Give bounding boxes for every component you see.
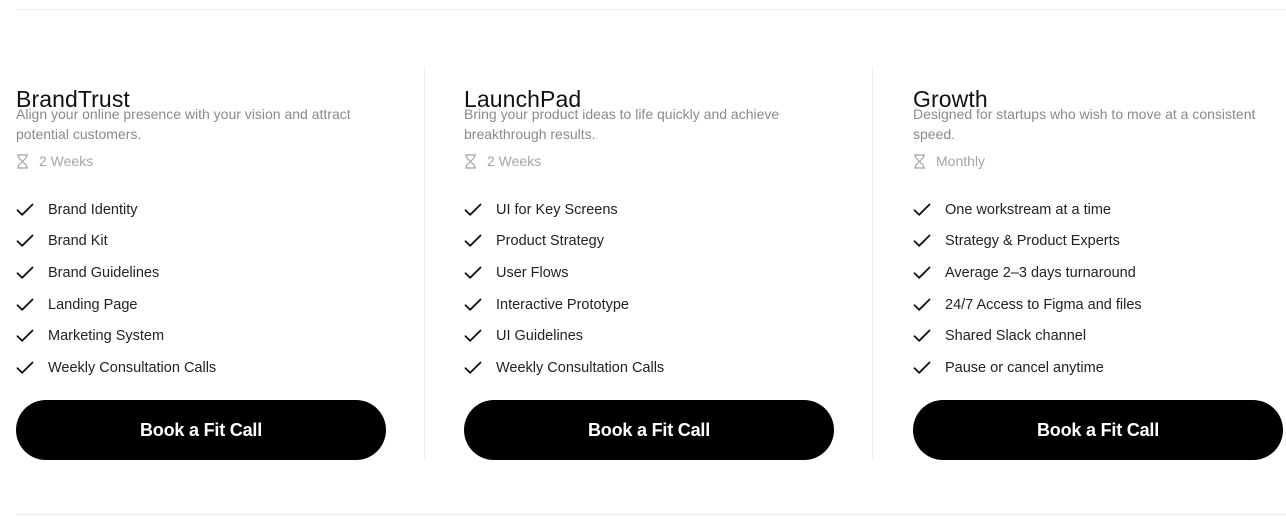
- plan-description: Bring your product ideas to life quickly…: [464, 106, 780, 142]
- feature-label: Brand Guidelines: [48, 264, 160, 281]
- feature-list: Brand Identity Brand Kit Brand Guideline…: [16, 194, 216, 384]
- checkmark-icon: [16, 329, 34, 343]
- feature-item: Interactive Prototype: [464, 289, 664, 321]
- feature-item: Pause or cancel anytime: [913, 352, 1142, 384]
- checkmark-icon: [913, 234, 931, 248]
- feature-label: Marketing System: [48, 328, 165, 345]
- feature-label: Strategy & Product Experts: [945, 233, 1120, 250]
- feature-label: Landing Page: [48, 296, 138, 313]
- feature-label: UI for Key Screens: [496, 201, 618, 218]
- feature-item: Marketing System: [16, 320, 216, 352]
- checkmark-icon: [464, 329, 482, 343]
- checkmark-icon: [16, 298, 34, 312]
- plan-card-brandtrust: BrandTrust Align your online presence wi…: [16, 66, 386, 460]
- feature-label: 24/7 Access to Figma and files: [945, 296, 1142, 313]
- feature-list: One workstream at a time Strategy & Prod…: [913, 194, 1142, 384]
- checkmark-icon: [464, 361, 482, 375]
- checkmark-icon: [913, 298, 931, 312]
- checkmark-icon: [16, 234, 34, 248]
- feature-item: Weekly Consultation Calls: [464, 352, 664, 384]
- plan-duration: Monthly: [913, 151, 985, 171]
- checkmark-icon: [464, 298, 482, 312]
- checkmark-icon: [913, 361, 931, 375]
- checkmark-icon: [464, 234, 482, 248]
- feature-label: User Flows: [496, 264, 569, 281]
- feature-item: Landing Page: [16, 289, 216, 321]
- feature-list: UI for Key Screens Product Strategy User…: [464, 194, 664, 384]
- plan-description: Align your online presence with your vis…: [16, 106, 351, 142]
- plan-duration-label: Monthly: [936, 153, 986, 169]
- book-fit-call-button[interactable]: Book a Fit Call: [913, 400, 1283, 460]
- feature-item: 24/7 Access to Figma and files: [913, 289, 1142, 321]
- checkmark-icon: [464, 266, 482, 280]
- feature-item: Product Strategy: [464, 226, 664, 258]
- book-fit-call-button[interactable]: Book a Fit Call: [16, 400, 386, 460]
- feature-item: Brand Guidelines: [16, 257, 216, 289]
- feature-item: UI Guidelines: [464, 320, 664, 352]
- feature-item: User Flows: [464, 257, 664, 289]
- feature-item: One workstream at a time: [913, 194, 1142, 226]
- plan-card-growth: Growth Designed for startups who wish to…: [913, 66, 1283, 460]
- plan-duration: 2 Weeks: [464, 151, 541, 171]
- feature-label: Pause or cancel anytime: [945, 359, 1104, 376]
- column-divider: [872, 66, 873, 460]
- feature-item: Average 2–3 days turnaround: [913, 257, 1142, 289]
- feature-item: Strategy & Product Experts: [913, 226, 1142, 258]
- feature-label: Product Strategy: [496, 233, 604, 250]
- hourglass-icon: [913, 153, 926, 169]
- feature-item: Shared Slack channel: [913, 320, 1142, 352]
- feature-label: One workstream at a time: [945, 201, 1111, 218]
- pricing-plans: BrandTrust Align your online presence wi…: [0, 66, 1286, 460]
- checkmark-icon: [16, 361, 34, 375]
- bottom-divider: [16, 514, 1286, 515]
- checkmark-icon: [913, 266, 931, 280]
- checkmark-icon: [16, 203, 34, 217]
- feature-item: UI for Key Screens: [464, 194, 664, 226]
- plan-duration-label: 2 Weeks: [39, 153, 94, 169]
- feature-label: Weekly Consultation Calls: [48, 359, 217, 376]
- hourglass-icon: [464, 153, 477, 169]
- top-divider: [16, 9, 1286, 10]
- feature-label: Shared Slack channel: [945, 328, 1087, 345]
- feature-item: Brand Kit: [16, 226, 216, 258]
- feature-label: Brand Kit: [48, 233, 108, 250]
- feature-label: Average 2–3 days turnaround: [945, 264, 1136, 281]
- checkmark-icon: [464, 203, 482, 217]
- book-fit-call-button[interactable]: Book a Fit Call: [464, 400, 834, 460]
- feature-label: Interactive Prototype: [496, 296, 629, 313]
- feature-label: Weekly Consultation Calls: [496, 359, 665, 376]
- plan-card-launchpad: LaunchPad Bring your product ideas to li…: [464, 66, 834, 460]
- plan-duration: 2 Weeks: [16, 151, 93, 171]
- checkmark-icon: [16, 266, 34, 280]
- feature-item: Weekly Consultation Calls: [16, 352, 216, 384]
- plan-description: Designed for startups who wish to move a…: [913, 106, 1256, 142]
- plan-duration-label: 2 Weeks: [487, 153, 542, 169]
- feature-item: Brand Identity: [16, 194, 216, 226]
- feature-label: Brand Identity: [48, 201, 138, 218]
- hourglass-icon: [16, 153, 29, 169]
- column-divider: [424, 66, 425, 460]
- checkmark-icon: [913, 329, 931, 343]
- checkmark-icon: [913, 203, 931, 217]
- feature-label: UI Guidelines: [496, 328, 584, 345]
